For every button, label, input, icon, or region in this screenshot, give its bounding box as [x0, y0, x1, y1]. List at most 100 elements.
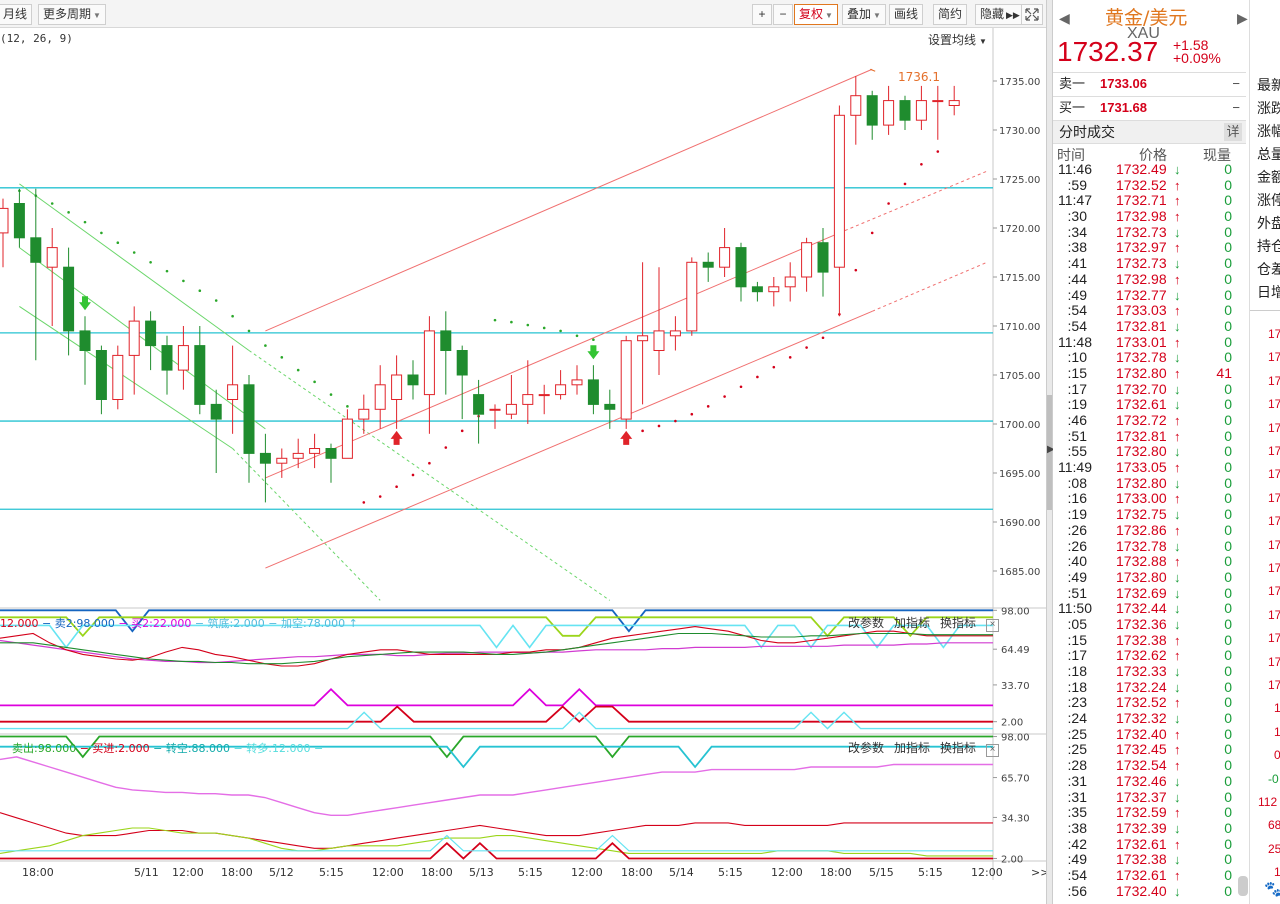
tick-volume: 0	[1224, 584, 1232, 601]
overlay-dropdown[interactable]: 叠加 ▼	[842, 4, 886, 25]
arrow-up-icon: ↑	[1174, 522, 1181, 538]
scrollbar-thumb[interactable]	[1238, 876, 1248, 896]
tick-time: :26	[1067, 537, 1087, 554]
x-tick-label: 5/13	[469, 866, 494, 879]
stat-value: 17	[1268, 514, 1280, 529]
stat-value: 0	[1274, 748, 1280, 763]
candle-down	[604, 403, 616, 410]
sar-dot	[313, 380, 316, 384]
sar-dot	[542, 326, 546, 330]
fullscreen-icon[interactable]	[1021, 4, 1043, 25]
candle-up	[801, 242, 813, 278]
close-icon[interactable]: ×	[986, 619, 1000, 632]
tick-time: :05	[1067, 615, 1087, 632]
tick-volume: 0	[1224, 270, 1232, 287]
tick-time: :34	[1067, 223, 1087, 240]
tick-time: :26	[1067, 521, 1087, 538]
tick-volume: 0	[1224, 349, 1232, 366]
close-icon[interactable]: ×	[986, 744, 1000, 757]
indicator2-tools: 改参数 加指标 换指标 ×	[848, 739, 1000, 757]
tick-price: 1732.77	[1116, 286, 1167, 303]
legend-item: 加空:78.000	[280, 617, 346, 630]
tick-time: :49	[1067, 286, 1087, 303]
tick-volume: 0	[1224, 208, 1232, 225]
detail-button[interactable]: 详	[1224, 123, 1242, 141]
sar-dot	[641, 429, 644, 433]
tick-price: 1732.80	[1116, 443, 1167, 460]
candle-up	[374, 384, 386, 410]
arrow-down-icon: ↓	[1174, 773, 1181, 789]
indicator1-switch[interactable]: 换指标	[940, 616, 976, 630]
monthly-button[interactable]: 月线	[0, 4, 33, 25]
stat-value: 17	[1268, 490, 1280, 505]
paw-icon[interactable]: 🐾	[1264, 880, 1280, 898]
adjust-dropdown[interactable]: 复权 ▼	[794, 4, 838, 25]
indicator2-edit-params[interactable]: 改参数	[848, 741, 884, 755]
panel-splitter[interactable]: ▶	[1046, 0, 1055, 904]
sar-dot	[231, 314, 234, 318]
draw-line-button[interactable]: 画线	[889, 4, 924, 25]
indicator1-add[interactable]: 加指标	[894, 616, 930, 630]
fullscreen-glyph	[1025, 8, 1039, 21]
tick-row: :10 1732.78 ↓ 0	[1053, 350, 1246, 366]
tick-time: :55	[1067, 443, 1087, 460]
set-ma-dropdown[interactable]: 设置均线 ▼	[928, 31, 987, 48]
sar-dot	[739, 385, 743, 389]
tick-row: :42 1732.61 ↑ 0	[1053, 836, 1246, 853]
indicator2-add[interactable]: 加指标	[894, 741, 930, 755]
legend-item: 转多:12.000	[246, 742, 311, 755]
tick-time: :30	[1067, 208, 1087, 225]
candlestick-chart[interactable]: 1735.00 1730.00 1725.00 1720.00 1715.00 1710.…	[0, 28, 1046, 904]
tick-volume: 0	[1224, 741, 1232, 758]
stat-value: 68	[1268, 818, 1280, 833]
candle-down	[145, 320, 157, 347]
indicator1-edit-params[interactable]: 改参数	[848, 616, 884, 630]
simple-mode-button[interactable]: 简约	[933, 4, 968, 25]
arrow-down-icon: ↓	[1174, 664, 1181, 679]
next-symbol-icon[interactable]: ▶	[1237, 10, 1248, 27]
tick-row: :30 1732.98 ↑ 0	[1053, 208, 1246, 225]
tick-time: :17	[1067, 380, 1087, 397]
tick-volume: 0	[1224, 600, 1232, 617]
tick-price: 1732.88	[1116, 553, 1167, 570]
sar-dot	[116, 241, 120, 244]
ask-dash: −	[1232, 76, 1240, 91]
sar-dot	[280, 356, 284, 359]
arrow-up-icon: ↑	[1174, 209, 1181, 225]
arrow-up-icon: ↑	[1174, 805, 1181, 821]
candle-down	[735, 247, 747, 288]
zoom-in-button[interactable]: +	[752, 4, 772, 25]
legend-item: −	[38, 617, 55, 630]
tick-volume: 0	[1224, 772, 1232, 789]
prev-symbol-icon[interactable]: ◀	[1059, 10, 1070, 27]
x-tick-label: 12:00	[172, 866, 204, 879]
tick-price: 1733.00	[1116, 490, 1167, 507]
ticks-list[interactable]: 11:46 1732.49 ↓ 0:59 1732.52 ↑ 0 11:47 1732.71 ↑ 0…	[1053, 161, 1246, 899]
tick-volume: 0	[1224, 302, 1232, 319]
legend-item: 卖出:98.000	[12, 742, 77, 755]
arrow-up-icon: ↑	[1174, 758, 1181, 774]
tick-volume: 0	[1224, 694, 1232, 711]
x-tick-label: 5:15	[918, 866, 943, 879]
candle-down	[456, 350, 468, 376]
tick-volume: 0	[1224, 490, 1232, 507]
bid-label: 买一	[1059, 100, 1086, 115]
y-tick-label: 1690.00	[999, 518, 1040, 529]
indicator2-switch[interactable]: 换指标	[940, 741, 976, 755]
tick-row: :38 1732.39 ↓ 0	[1053, 820, 1246, 837]
sar-dot	[132, 251, 136, 254]
zoom-out-button[interactable]: −	[773, 4, 793, 25]
arrow-up-icon: ↑	[1174, 413, 1181, 428]
candle-down	[95, 350, 107, 400]
sar-dot	[706, 405, 710, 408]
ask-row: 卖一 1733.06 −	[1053, 72, 1246, 96]
candle-down	[210, 403, 222, 420]
more-periods-dropdown[interactable]: 更多周期 ▼	[38, 4, 106, 25]
tick-volume: 0	[1224, 757, 1232, 774]
indicator1-tools: 改参数 加指标 换指标 ×	[848, 614, 1000, 632]
chevron-down-icon: ▼	[825, 11, 833, 20]
y-tick-label: 1720.00	[999, 224, 1040, 235]
hide-button[interactable]: 隐藏 ▶▶	[975, 4, 1025, 25]
candle-up	[309, 448, 321, 454]
stat-label: 日增	[1257, 284, 1280, 300]
